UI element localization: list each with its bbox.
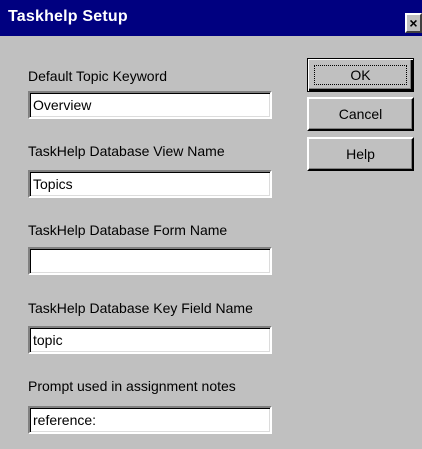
default-topic-label: Default Topic Keyword [28,68,168,84]
key-field-input[interactable] [28,326,272,354]
title-bar[interactable]: Taskhelp Setup × [0,0,422,36]
prompt-label: Prompt used in assignment notes [28,378,236,394]
cancel-button[interactable]: Cancel [307,97,414,131]
close-button[interactable]: × [405,13,422,33]
default-topic-input[interactable] [28,91,272,119]
prompt-input[interactable] [28,406,272,434]
help-button[interactable]: Help [307,137,414,171]
ok-button[interactable]: OK [307,58,414,92]
help-button-label: Help [346,146,375,162]
window-title: Taskhelp Setup [8,8,128,25]
key-field-label: TaskHelp Database Key Field Name [28,300,253,316]
cancel-button-label: Cancel [338,106,383,122]
taskhelp-setup-dialog: Taskhelp Setup × Default Topic Keyword T… [0,0,422,449]
form-name-label: TaskHelp Database Form Name [28,222,228,238]
form-name-input[interactable] [28,247,272,275]
view-name-input[interactable] [28,170,272,198]
view-name-label: TaskHelp Database View Name [28,143,225,159]
ok-button-label: OK [350,67,371,83]
close-icon: × [409,15,418,31]
